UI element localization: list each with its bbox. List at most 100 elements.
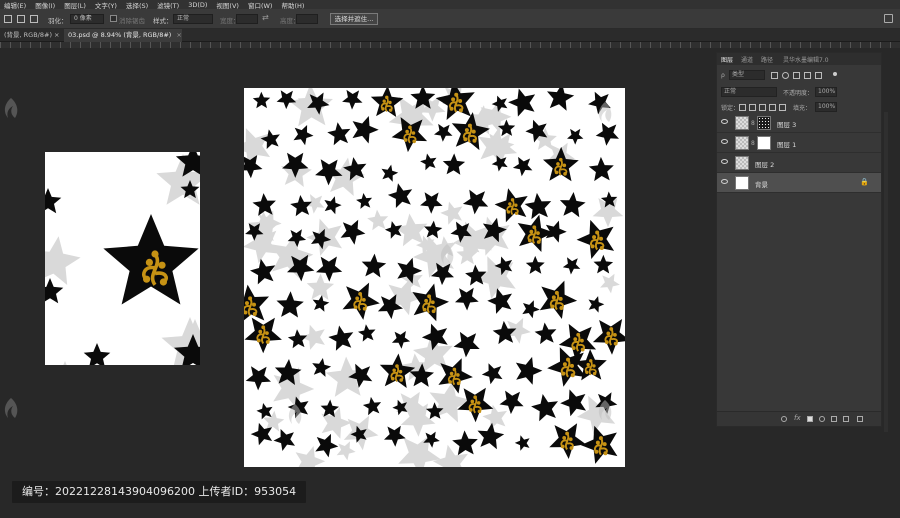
- layer-name[interactable]: 图层 3: [777, 119, 796, 129]
- lock-transparency-icon[interactable]: [739, 104, 746, 111]
- black-star: [45, 188, 62, 214]
- add-selection-icon[interactable]: [17, 15, 25, 23]
- antialias-checkbox[interactable]: [110, 15, 117, 22]
- black-star: [455, 287, 479, 311]
- layer-name[interactable]: 背景: [755, 179, 768, 189]
- blend-mode-select[interactable]: 正常: [721, 87, 777, 97]
- layer-row[interactable]: 图层 2: [717, 153, 881, 173]
- visibility-eye-icon[interactable]: [721, 119, 728, 124]
- fill-input[interactable]: 100%: [815, 102, 837, 112]
- black-star: [273, 429, 295, 451]
- black-star: [245, 366, 271, 391]
- black-star: [276, 90, 297, 110]
- black-star: [562, 257, 581, 275]
- lock-all-icon[interactable]: [779, 104, 786, 111]
- tab-plugin[interactable]: 灵华水墨编辑7.0: [783, 55, 829, 64]
- layer-mask-thumbnail[interactable]: [757, 116, 771, 130]
- fill-label: 填充：: [793, 105, 812, 112]
- layer-name[interactable]: 图层 1: [777, 139, 796, 149]
- feather-label: 羽化：: [48, 17, 68, 25]
- search-icon[interactable]: [884, 14, 893, 23]
- close-icon[interactable]: ×: [176, 31, 181, 39]
- gray-star: [600, 273, 620, 294]
- layers-panel: 图层 通道 路径 灵华水墨编辑7.0 ρ 类型 正常 不透明度： 100% 锁定…: [716, 52, 882, 427]
- opacity-label: 不透明度：: [783, 90, 814, 97]
- tab-layers[interactable]: 图层: [721, 55, 733, 64]
- black-star: [481, 363, 503, 385]
- black-star: [424, 220, 443, 239]
- black-star: [547, 88, 575, 111]
- adjustment-filter-icon[interactable]: [782, 72, 789, 79]
- black-star: [276, 291, 304, 318]
- new-layer-icon[interactable]: [843, 416, 849, 422]
- panel-scrollbar[interactable]: [884, 112, 888, 432]
- black-star: [356, 193, 373, 209]
- trash-icon[interactable]: [857, 416, 863, 422]
- black-star: [534, 322, 557, 345]
- lock-position-icon[interactable]: [759, 104, 766, 111]
- layer-row-selected[interactable]: 背景 🔒: [717, 173, 881, 193]
- horizontal-ruler: [0, 42, 900, 48]
- layer-name[interactable]: 图层 2: [755, 159, 774, 169]
- black-star: [515, 356, 543, 385]
- swap-icon[interactable]: ⇄: [262, 13, 269, 22]
- black-star: [508, 88, 536, 117]
- black-star: [327, 122, 351, 146]
- new-selection-icon[interactable]: [4, 15, 12, 23]
- height-input[interactable]: [296, 14, 318, 24]
- black-star: [362, 396, 382, 416]
- opacity-input[interactable]: 100%: [815, 87, 837, 97]
- black-star: [494, 188, 528, 223]
- visibility-eye-icon[interactable]: [721, 179, 728, 184]
- black-star: [250, 258, 276, 285]
- smart-object-filter-icon[interactable]: [815, 72, 822, 79]
- layer-row[interactable]: 8 图层 3: [717, 113, 881, 133]
- subtract-selection-icon[interactable]: [30, 15, 38, 23]
- lock-pixels-icon[interactable]: [749, 104, 756, 111]
- group-folder-icon[interactable]: [831, 416, 837, 422]
- type-filter-icon[interactable]: [793, 72, 800, 79]
- black-star: [462, 189, 489, 215]
- gray-star: [45, 236, 81, 285]
- black-star: [381, 164, 399, 182]
- pixel-filter-icon[interactable]: [771, 72, 778, 79]
- menu-3d[interactable]: 3D(D): [188, 1, 207, 9]
- filter-kind-select[interactable]: 类型: [729, 70, 765, 80]
- pattern-preview-svg: [45, 152, 200, 365]
- black-star: [499, 390, 524, 415]
- tab-paths[interactable]: 路径: [761, 55, 773, 64]
- black-star: [588, 296, 605, 313]
- feather-input[interactable]: 0 像素: [70, 14, 104, 24]
- add-mask-icon[interactable]: [807, 416, 813, 422]
- lock-icon: 🔒: [860, 178, 869, 186]
- shape-filter-icon[interactable]: [804, 72, 811, 79]
- layer-thumbnail: [735, 156, 749, 170]
- width-input[interactable]: [236, 14, 258, 24]
- lock-artboard-icon[interactable]: [769, 104, 776, 111]
- watermark-logo-icon: [4, 398, 18, 418]
- black-star: [531, 394, 558, 422]
- black-star: [477, 422, 505, 450]
- adjustment-layer-icon[interactable]: [819, 416, 825, 422]
- chain-link-icon[interactable]: 8: [751, 140, 755, 147]
- chain-link-icon[interactable]: 8: [751, 120, 755, 127]
- black-star: [522, 300, 540, 319]
- tab-channels[interactable]: 通道: [741, 55, 753, 64]
- filter-toggle-icon[interactable]: [833, 72, 837, 76]
- style-select[interactable]: 正常: [173, 14, 213, 24]
- visibility-eye-icon[interactable]: [721, 159, 728, 164]
- black-star: [340, 219, 366, 245]
- tab-document-1[interactable]: (背景, RGB/8#) ×: [0, 29, 62, 42]
- layer-row[interactable]: 8 图层 1: [717, 133, 881, 153]
- tab-document-2[interactable]: 03.psd @ 8.94% (背景, RGB/8#) ×: [64, 29, 182, 42]
- link-layers-icon[interactable]: [781, 416, 787, 422]
- black-star: [588, 156, 614, 182]
- layer-thumbnail: [735, 136, 749, 150]
- layer-mask-thumbnail[interactable]: [757, 136, 771, 150]
- visibility-eye-icon[interactable]: [721, 139, 728, 144]
- fx-icon[interactable]: fx: [794, 414, 801, 422]
- black-star: [352, 116, 379, 144]
- black-star: [524, 192, 552, 220]
- select-and-mask-button[interactable]: 选择并遮住...: [330, 13, 378, 25]
- black-star: [256, 403, 273, 420]
